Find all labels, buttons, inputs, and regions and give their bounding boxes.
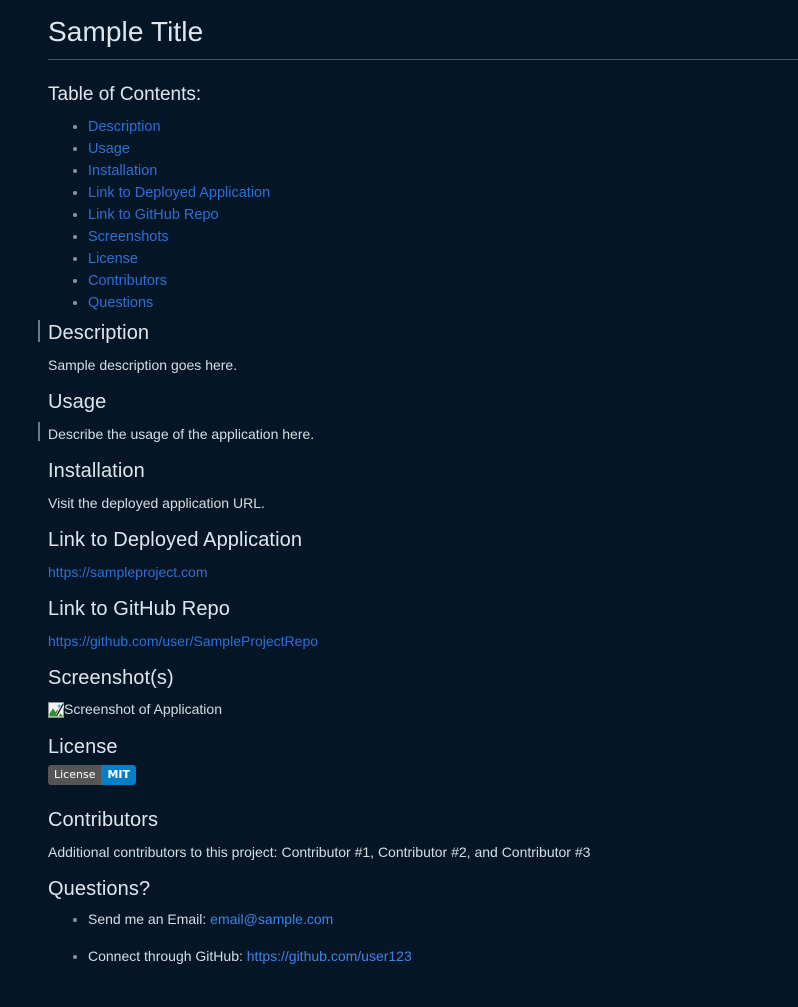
section-body-usage: Describe the usage of the application he… — [48, 426, 315, 442]
list-item: License — [88, 248, 778, 270]
list-item: Contributors — [88, 270, 778, 292]
readme-preview-page: Sample Title Table of Contents: Descript… — [0, 0, 798, 1007]
deployed-application-link[interactable]: https://sampleproject.com — [48, 562, 208, 583]
toc-link-description[interactable]: Description — [88, 119, 161, 135]
list-item: Installation — [88, 160, 778, 182]
toc-link-questions[interactable]: Questions — [88, 295, 153, 311]
screenshot-image-placeholder: Screenshot of Application — [48, 699, 222, 720]
toc-link-deployed-application[interactable]: Link to Deployed Application — [88, 185, 270, 201]
license-badge[interactable]: License MIT — [48, 765, 137, 785]
license-badge-value: MIT — [101, 765, 137, 785]
page-title: Sample Title — [48, 16, 204, 47]
toc-link-screenshots[interactable]: Screenshots — [88, 229, 169, 245]
toc-list: Description Usage Installation Link to D… — [48, 116, 778, 314]
toc-link-license[interactable]: License — [88, 251, 138, 267]
list-item: Questions — [88, 292, 778, 314]
list-item: Usage — [88, 138, 778, 160]
questions-email-label: Send me an Email: — [88, 911, 211, 927]
section-heading-questions: Questions? — [48, 878, 151, 900]
questions-github-label: Connect through GitHub: — [88, 948, 247, 964]
section-heading-installation: Installation — [48, 460, 145, 482]
list-item: Description — [88, 116, 778, 138]
github-repo-link[interactable]: https://github.com/user/SampleProjectRep… — [48, 631, 318, 652]
toc-link-installation[interactable]: Installation — [88, 163, 157, 179]
list-item: Link to Deployed Application — [88, 182, 778, 204]
list-item: Connect through GitHub: https://github.c… — [88, 946, 788, 967]
section-heading-contributors: Contributors — [48, 809, 159, 831]
section-heading-github-repo: Link to GitHub Repo — [48, 598, 230, 620]
license-badge-label: License — [48, 765, 102, 785]
toc-link-contributors[interactable]: Contributors — [88, 273, 167, 289]
section-heading-usage: Usage — [48, 391, 107, 413]
list-item: Send me an Email: email@sample.com — [88, 909, 788, 930]
list-item: Link to GitHub Repo — [88, 204, 778, 226]
toc-heading: Table of Contents: — [48, 84, 202, 105]
toc-link-github-repo[interactable]: Link to GitHub Repo — [88, 207, 219, 223]
section-heading-license: License — [48, 736, 118, 758]
email-link[interactable]: email@sample.com — [210, 911, 333, 927]
section-body-contributors: Additional contributors to this project:… — [48, 844, 591, 860]
text-caret-description — [38, 320, 40, 342]
questions-list: Send me an Email: email@sample.com Conne… — [48, 909, 788, 983]
list-item: Screenshots — [88, 226, 778, 248]
screenshot-alt-text: Screenshot of Application — [64, 701, 222, 717]
toc-link-usage[interactable]: Usage — [88, 141, 130, 157]
toc-block: Table of Contents: Description Usage Ins… — [0, 60, 798, 314]
section-heading-description: Description — [48, 322, 150, 344]
section-heading-deployed-application: Link to Deployed Application — [48, 529, 303, 551]
section-body-description: Sample description goes here. — [48, 357, 238, 373]
github-profile-link[interactable]: https://github.com/user123 — [247, 948, 412, 964]
section-body-installation: Visit the deployed application URL. — [48, 495, 265, 511]
text-caret-usage-body — [38, 422, 40, 441]
broken-image-icon — [48, 701, 66, 718]
section-heading-screenshots: Screenshot(s) — [48, 667, 174, 689]
